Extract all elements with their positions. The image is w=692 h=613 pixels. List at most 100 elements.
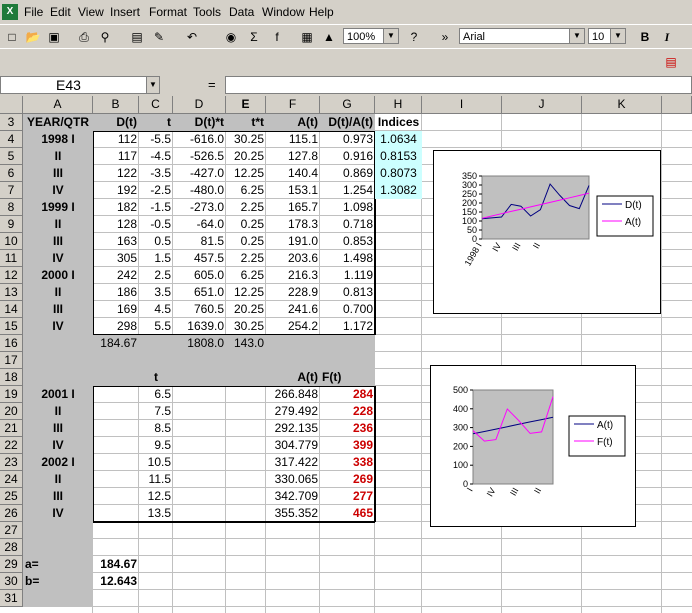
cell-b3[interactable]: D(t) [93,114,139,131]
cell-h19[interactable] [375,386,422,403]
cell-e14[interactable]: 20.25 [226,301,266,318]
cell-h12[interactable] [375,267,422,284]
row-header-15[interactable]: 15 [0,318,23,335]
cell-c18[interactable]: t [139,369,173,386]
cell-a12[interactable]: 2000 I [23,267,93,284]
cell-d11[interactable]: 457.5 [173,250,226,267]
menu-window[interactable]: Window [262,5,305,19]
cell-c7[interactable]: -2.5 [139,182,173,199]
cell-e9[interactable]: 0.25 [226,216,266,233]
cell-c23[interactable]: 10.5 [139,454,173,471]
cell-b14[interactable]: 169 [93,301,139,318]
column-header-b[interactable]: B [93,96,139,114]
cell-g24[interactable]: 269 [320,471,375,488]
cell-e11[interactable]: 2.25 [226,250,266,267]
cell-f28[interactable] [266,539,320,556]
print-preview-icon[interactable]: ⚲ [96,28,114,46]
cell-f10[interactable]: 191.0 [266,233,320,250]
cell-d24[interactable] [173,471,226,488]
cell-e18[interactable] [226,369,266,386]
cell-f17[interactable] [266,352,320,369]
cell-c10[interactable]: 0.5 [139,233,173,250]
help-icon[interactable]: ? [405,28,423,46]
cell-e6[interactable]: 12.25 [226,165,266,182]
menu-data[interactable]: Data [229,5,254,19]
cell-a27[interactable] [23,522,93,539]
cell-b7[interactable]: 192 [93,182,139,199]
cell-e23[interactable] [226,454,266,471]
cell-e21[interactable] [226,420,266,437]
cell-c29[interactable] [139,556,173,573]
cell-d6[interactable]: -427.0 [173,165,226,182]
cell-c12[interactable]: 2.5 [139,267,173,284]
cell-b11[interactable]: 305 [93,250,139,267]
cell-g20[interactable]: 228 [320,403,375,420]
column-header-j[interactable]: J [502,96,582,114]
drawing-icon[interactable]: ▲ [320,28,338,46]
cell-g14[interactable]: 0.700 [320,301,375,318]
cell-d18[interactable] [173,369,226,386]
cell-e10[interactable]: 0.25 [226,233,266,250]
cell-d31[interactable] [173,590,226,607]
cell-f23[interactable]: 317.422 [266,454,320,471]
cell-c8[interactable]: -1.5 [139,199,173,216]
cell-a3[interactable]: YEAR/QTR [23,114,93,131]
row-header-25[interactable]: 25 [0,488,23,505]
chevron-down-icon[interactable]: ▼ [610,29,625,43]
cell-c26[interactable]: 13.5 [139,505,173,522]
cell-a26[interactable]: IV [23,505,93,522]
cell-a31[interactable] [23,590,93,607]
cell-g15[interactable]: 1.172 [320,318,375,335]
cell-g21[interactable]: 236 [320,420,375,437]
cell-e27[interactable] [226,522,266,539]
menu-tools[interactable]: Tools [193,5,221,19]
cell-f4[interactable]: 115.1 [266,131,320,148]
cell-h22[interactable] [375,437,422,454]
save-icon[interactable]: ▣ [45,28,63,46]
cell-b21[interactable] [93,420,139,437]
row-header-6[interactable]: 6 [0,165,23,182]
cell-a19[interactable]: 2001 I [23,386,93,403]
row-header-7[interactable]: 7 [0,182,23,199]
cell-a18[interactable] [23,369,93,386]
cell-h29[interactable] [375,556,422,573]
column-header-d[interactable]: D [173,96,226,114]
cell-a17[interactable] [23,352,93,369]
font-name-select[interactable]: Arial ▼ [459,28,585,44]
cell-g16[interactable] [320,335,375,352]
cell-b4[interactable]: 112 [93,131,139,148]
cell-h8[interactable] [375,199,422,216]
cell-f30[interactable] [266,573,320,590]
cell-b23[interactable] [93,454,139,471]
cell-g23[interactable]: 338 [320,454,375,471]
row-header-24[interactable]: 24 [0,471,23,488]
cell-f15[interactable]: 254.2 [266,318,320,335]
row-header-13[interactable]: 13 [0,284,23,301]
cell-f24[interactable]: 330.065 [266,471,320,488]
cell-d22[interactable] [173,437,226,454]
cell-h30[interactable] [375,573,422,590]
cell-e19[interactable] [226,386,266,403]
row-header-8[interactable]: 8 [0,199,23,216]
row-header-17[interactable]: 17 [0,352,23,369]
cell-c15[interactable]: 5.5 [139,318,173,335]
row-header-20[interactable]: 20 [0,403,23,420]
cell-a10[interactable]: III [23,233,93,250]
cell-b9[interactable]: 128 [93,216,139,233]
cell-h16[interactable] [375,335,422,352]
name-box[interactable]: E43 ▼ [0,76,160,94]
cell-b12[interactable]: 242 [93,267,139,284]
chevron-down-icon[interactable]: ▼ [569,29,584,43]
chart-dt-at[interactable]: 0 50 100 150 200 250 300 350 1998 I IV III II D(t) A(… [433,150,661,314]
cell-e24[interactable] [226,471,266,488]
cell-f6[interactable]: 140.4 [266,165,320,182]
cell-g22[interactable]: 399 [320,437,375,454]
menu-format[interactable]: Format [149,5,187,19]
cell-a28[interactable] [23,539,93,556]
cell-d26[interactable] [173,505,226,522]
cell-f22[interactable]: 304.779 [266,437,320,454]
cell-h18[interactable] [375,369,422,386]
row-header-4[interactable]: 4 [0,131,23,148]
cell-b18[interactable] [93,369,139,386]
cell-e4[interactable]: 30.25 [226,131,266,148]
